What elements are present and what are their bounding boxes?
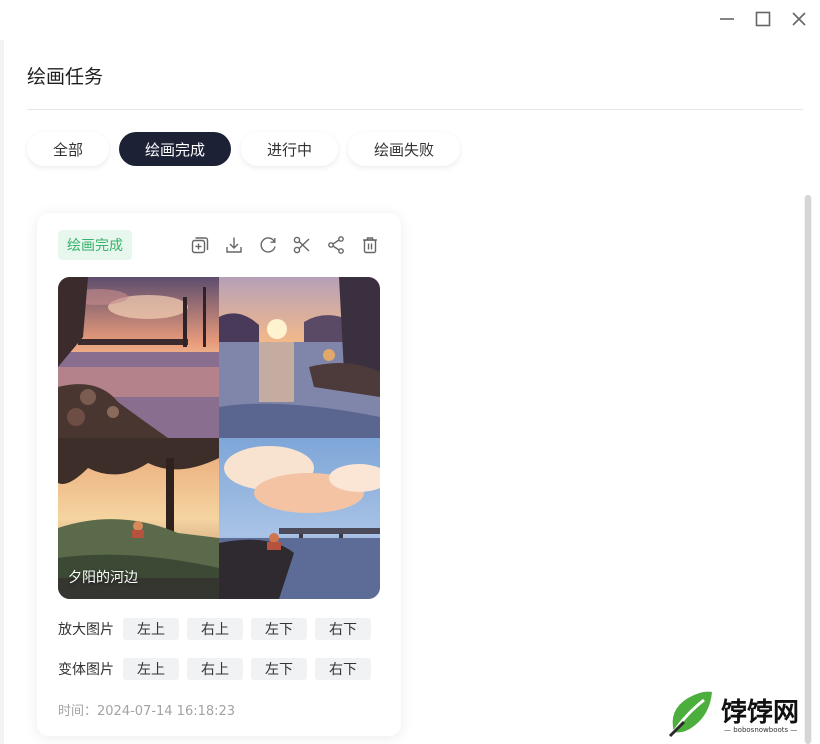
task-card: 绘画完成 夕阳的河边 放大图片 左上 右上 左下 右下 变体图片 左上 右上 左… [37, 213, 401, 736]
upscale-label: 放大图片 [58, 622, 114, 638]
image-top-right[interactable] [219, 277, 380, 438]
copy-add-icon[interactable] [189, 234, 211, 256]
upscale-top-right-button[interactable]: 右上 [187, 618, 243, 640]
download-icon[interactable] [223, 234, 245, 256]
tab-all[interactable]: 全部 [27, 132, 110, 166]
panel-edge [0, 40, 4, 744]
status-badge: 绘画完成 [58, 230, 132, 260]
watermark-name: 饽饽网 [721, 698, 800, 728]
title-divider [27, 109, 803, 110]
close-icon[interactable] [788, 8, 810, 30]
variation-bottom-right-button[interactable]: 右下 [315, 658, 371, 680]
share-icon[interactable] [325, 234, 347, 256]
image-caption: 夕阳的河边 [68, 570, 138, 586]
variation-top-left-button[interactable]: 左上 [123, 658, 179, 680]
upscale-top-left-button[interactable]: 左上 [123, 618, 179, 640]
page-title: 绘画任务 [27, 66, 104, 88]
scissors-icon[interactable] [291, 234, 313, 256]
minimize-icon[interactable] [716, 8, 738, 30]
variation-bottom-left-button[interactable]: 左下 [251, 658, 307, 680]
leaf-logo-icon [668, 691, 712, 738]
upscale-row: 放大图片 左上 右上 左下 右下 [58, 618, 371, 640]
refresh-icon[interactable] [257, 234, 279, 256]
scrollbar-thumb[interactable] [805, 195, 811, 744]
variation-top-right-button[interactable]: 右上 [187, 658, 243, 680]
image-bottom-right[interactable] [219, 438, 380, 599]
generated-image-grid[interactable]: 夕阳的河边 [58, 277, 380, 599]
variation-row: 变体图片 左上 右上 左下 右下 [58, 658, 371, 680]
maximize-icon[interactable] [752, 8, 774, 30]
upscale-bottom-right-button[interactable]: 右下 [315, 618, 371, 640]
tab-in-progress[interactable]: 进行中 [241, 132, 339, 166]
image-top-left[interactable] [58, 277, 219, 438]
card-actions [189, 234, 381, 256]
task-timestamp: 时间：2024-07-14 16:18:23 [58, 704, 236, 719]
upscale-bottom-left-button[interactable]: 左下 [251, 618, 307, 640]
filter-tabs: 全部 绘画完成 进行中 绘画失败 [27, 132, 461, 166]
window-controls [716, 8, 810, 30]
trash-icon[interactable] [359, 234, 381, 256]
variation-label: 变体图片 [58, 662, 114, 678]
site-watermark: 饽饽网 — bobosnowboots — [664, 688, 814, 740]
tab-failed[interactable]: 绘画失败 [348, 132, 461, 166]
tab-completed[interactable]: 绘画完成 [119, 132, 232, 166]
watermark-domain: — bobosnowboots — [724, 726, 798, 734]
